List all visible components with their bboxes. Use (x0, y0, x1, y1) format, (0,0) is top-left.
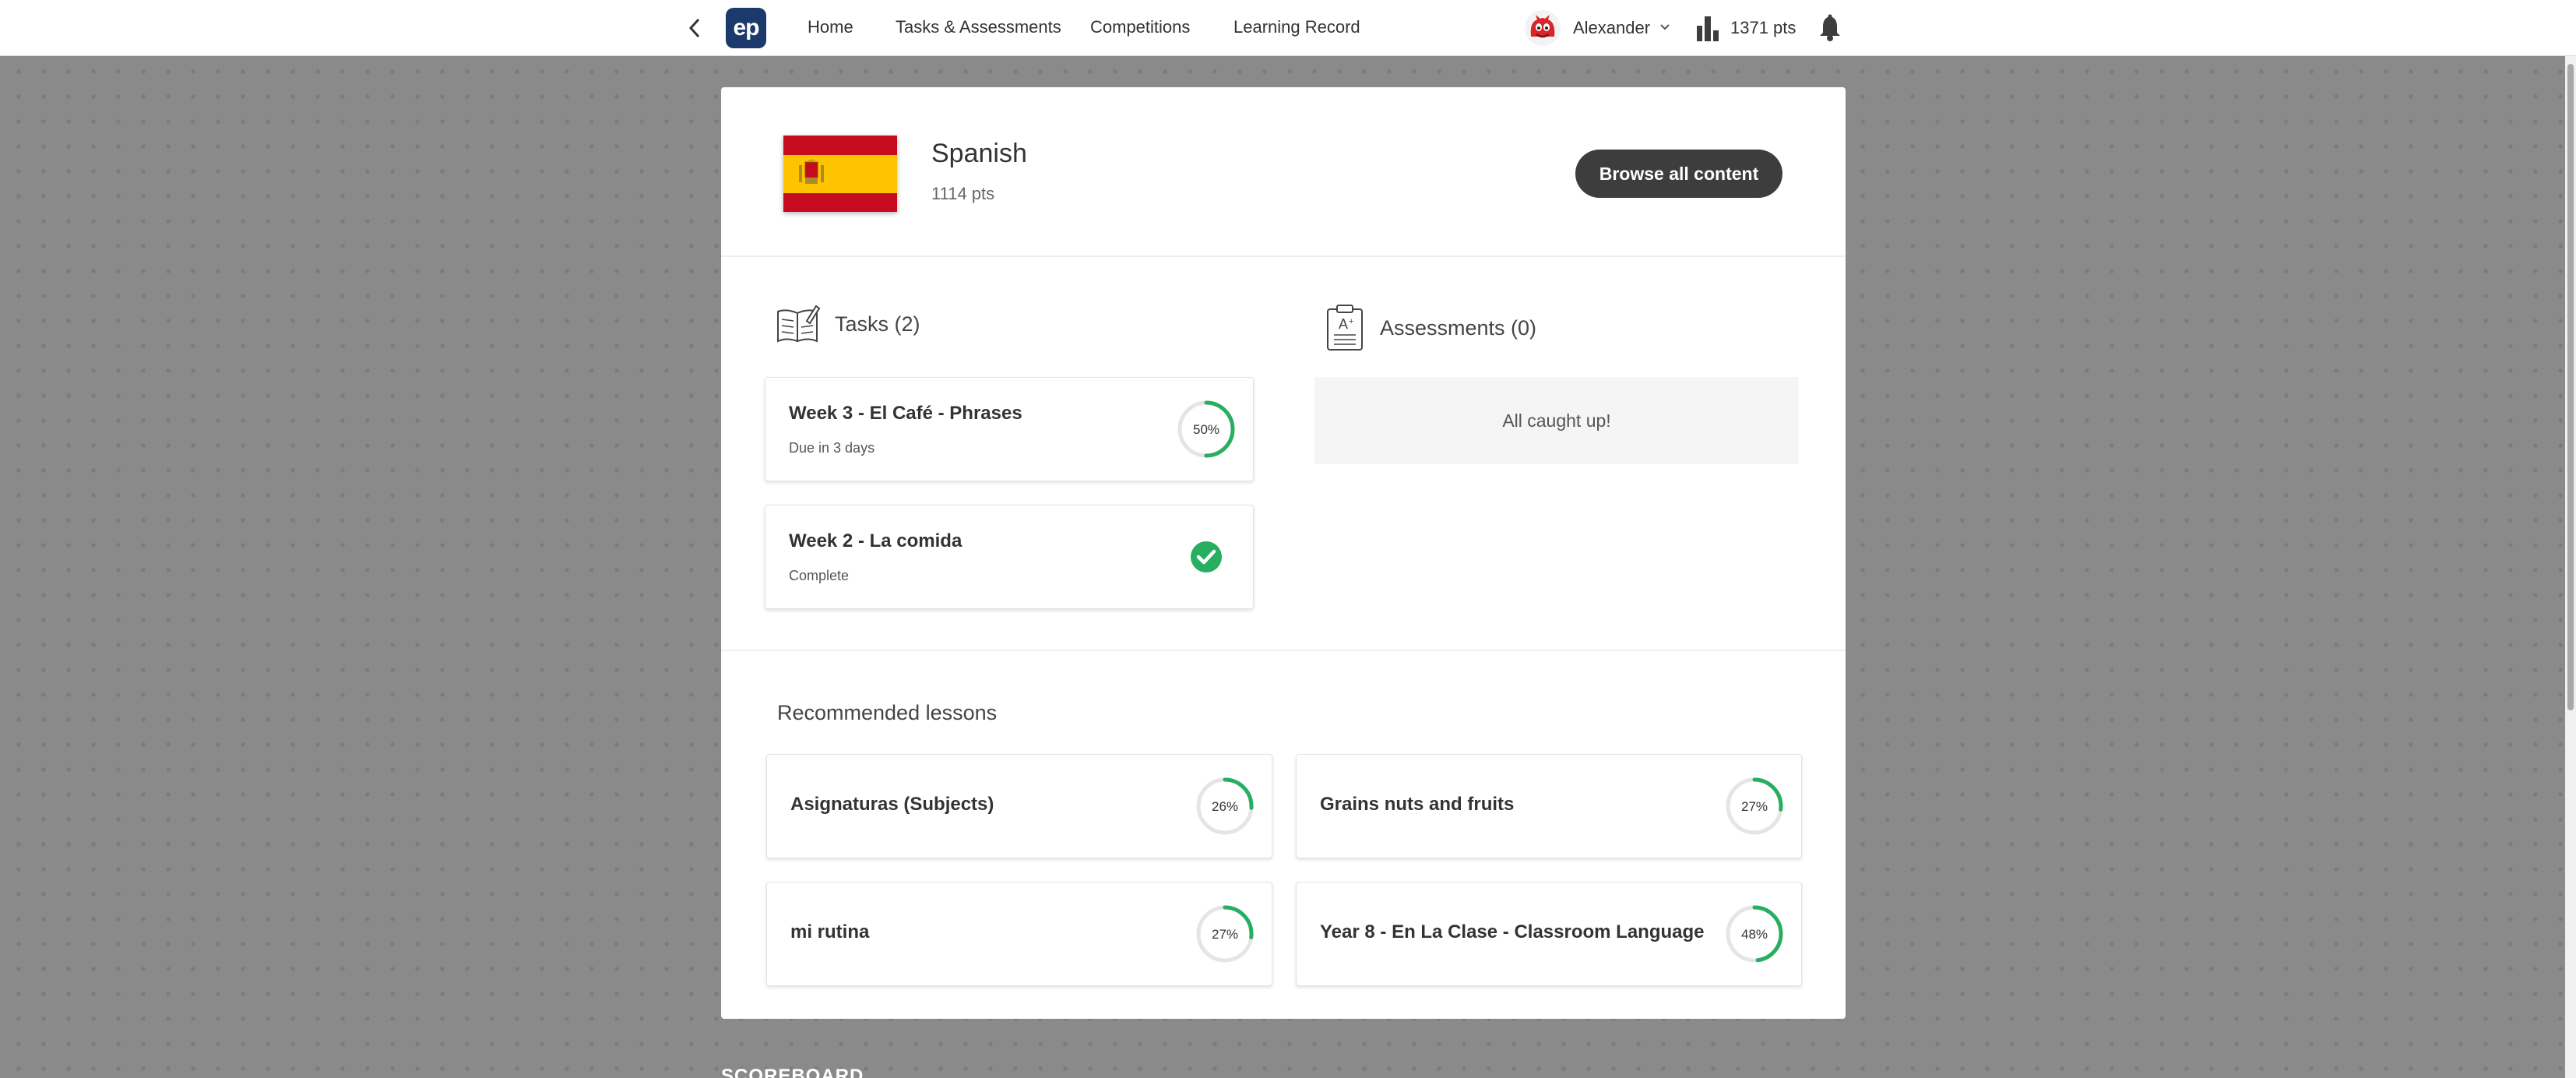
assessments-heading-label: Assessments (0) (1380, 315, 1537, 340)
bar-chart-icon (1697, 16, 1719, 41)
lesson-title: mi rutina (790, 921, 870, 942)
page-scrollbar[interactable] (2565, 56, 2576, 1078)
lesson-title: Asignaturas (Subjects) (790, 794, 994, 815)
lesson-title: Grains nuts and fruits (1320, 794, 1515, 815)
task-card[interactable]: Week 2 - La comida Complete (765, 505, 1254, 609)
nav-competitions[interactable]: Competitions (1090, 17, 1190, 37)
lesson-card[interactable]: mi rutina 27% (766, 882, 1272, 986)
subject-title: Spanish (931, 139, 1027, 168)
lesson-card[interactable]: Grains nuts and fruits 27% (1296, 754, 1802, 858)
tasks-heading: Tasks (2) (776, 304, 920, 344)
bell-icon[interactable] (1818, 14, 1842, 42)
points-text: 1371 pts (1730, 18, 1797, 37)
ep-logo[interactable]: ep (726, 8, 766, 48)
assessments-empty-state: All caught up! (1314, 377, 1799, 464)
top-nav: ep Home Tasks & Assessments Competitions… (0, 0, 2576, 56)
logo-text: ep (733, 15, 759, 41)
avatar (1525, 10, 1561, 46)
browse-all-content-button[interactable]: Browse all content (1575, 150, 1782, 198)
task-status: Complete (789, 568, 850, 583)
check-circle-icon (1191, 541, 1222, 572)
progress-ring: 48% (1726, 905, 1783, 963)
scrollbar-thumb[interactable] (2567, 64, 2574, 710)
progress-label: 27% (1741, 799, 1768, 814)
chevron-down-icon (1659, 21, 1670, 35)
nav-tasks-assessments[interactable]: Tasks & Assessments (896, 17, 1061, 37)
assessments-heading: A + Assessments (0) (1325, 304, 1536, 352)
subject-points: 1114 pts (931, 184, 995, 203)
points-display[interactable]: 1371 pts (1696, 14, 1796, 42)
svg-text:+: + (1349, 317, 1353, 326)
recommended-heading: Recommended lessons (777, 701, 998, 724)
back-arrow-icon[interactable] (682, 16, 707, 41)
progress-label: 50% (1193, 422, 1219, 437)
task-card[interactable]: Week 3 - El Café - Phrases Due in 3 days… (765, 377, 1254, 481)
tasks-heading-label: Tasks (2) (835, 312, 920, 336)
user-menu[interactable]: Alexander (1525, 9, 1670, 47)
nav-home[interactable]: Home (808, 17, 853, 37)
progress-ring: 27% (1726, 777, 1783, 835)
nav-learning-record[interactable]: Learning Record (1233, 17, 1360, 37)
subject-header: Spanish 1114 pts Browse all content (721, 87, 1846, 257)
monster-avatar-icon (1525, 10, 1561, 46)
subject-card: Spanish 1114 pts Browse all content Task… (721, 87, 1846, 1019)
progress-ring: 50% (1177, 400, 1235, 458)
task-title: Week 2 - La comida (789, 530, 962, 551)
user-name: Alexander (1573, 18, 1651, 37)
lesson-card[interactable]: Year 8 - En La Clase - Classroom Languag… (1296, 882, 1802, 986)
progress-ring: 26% (1196, 777, 1254, 835)
scoreboard-heading: SCOREBOARD (721, 1066, 864, 1078)
progress-label: 26% (1212, 799, 1238, 814)
open-book-icon (777, 305, 821, 343)
progress-label: 48% (1741, 927, 1768, 942)
svg-text:A: A (1339, 316, 1348, 332)
graded-paper-icon: A + (1327, 305, 1363, 351)
section-divider (721, 650, 1846, 651)
progress-ring: 27% (1196, 905, 1254, 963)
task-title: Week 3 - El Café - Phrases (789, 403, 1022, 424)
lesson-title: Year 8 - En La Clase - Classroom Languag… (1320, 921, 1705, 942)
lesson-card[interactable]: Asignaturas (Subjects) 26% (766, 754, 1272, 858)
progress-label: 27% (1212, 927, 1238, 942)
task-due: Due in 3 days (789, 440, 875, 456)
spain-flag-icon (783, 136, 897, 212)
